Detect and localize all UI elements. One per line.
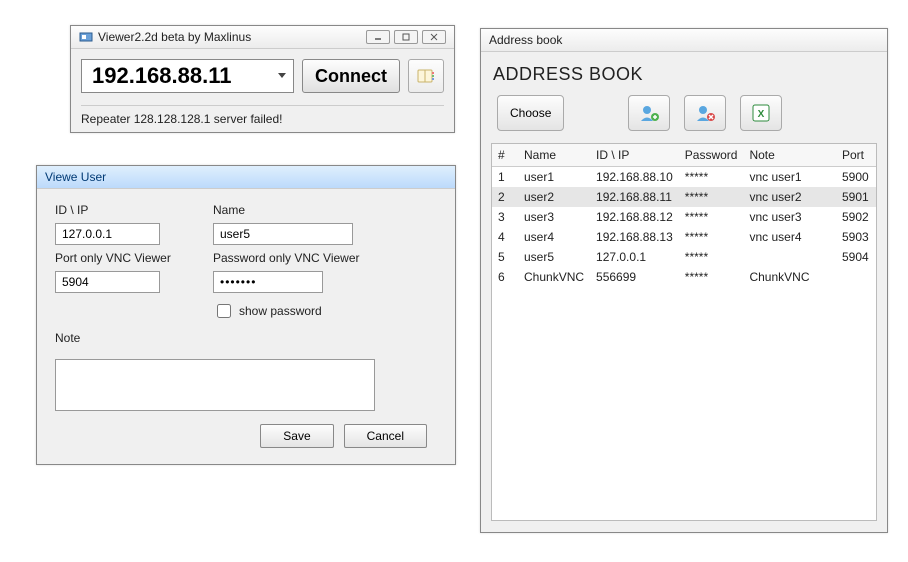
cell-num: 1 [492, 167, 518, 188]
cell-num: 3 [492, 207, 518, 227]
cell-port: 5902 [836, 207, 876, 227]
password-input[interactable] [213, 271, 323, 293]
ip-combobox[interactable] [81, 59, 294, 93]
edit-user-title: Viewe User [45, 170, 106, 184]
ip-input[interactable] [90, 62, 276, 90]
col-note[interactable]: Note [743, 144, 836, 167]
app-icon [79, 30, 93, 44]
save-button[interactable]: Save [260, 424, 333, 448]
password-label: Password only VNC Viewer [213, 251, 373, 265]
cell-name: ChunkVNC [518, 267, 590, 287]
cell-num: 2 [492, 187, 518, 207]
table-row[interactable]: 6ChunkVNC556699*****ChunkVNC [492, 267, 876, 287]
cell-password: ***** [679, 227, 744, 247]
dropdown-arrow-icon[interactable] [276, 69, 289, 83]
note-label: Note [55, 331, 437, 345]
choose-button[interactable]: Choose [497, 95, 564, 131]
cell-password: ***** [679, 167, 744, 188]
cell-note: vnc user1 [743, 167, 836, 188]
edit-user-titlebar[interactable]: Viewe User [37, 166, 455, 189]
show-password-checkbox[interactable] [217, 304, 231, 318]
connect-button[interactable]: Connect [302, 59, 400, 93]
col-password[interactable]: Password [679, 144, 744, 167]
address-table-container: # Name ID \ IP Password Note Port 1user1… [491, 143, 877, 521]
viewer-title: Viewer2.2d beta by Maxlinus [98, 30, 251, 44]
cell-id_ip: 192.168.88.10 [590, 167, 679, 188]
col-name[interactable]: Name [518, 144, 590, 167]
table-row[interactable]: 1user1192.168.88.10*****vnc user15900 [492, 167, 876, 188]
cell-password: ***** [679, 207, 744, 227]
cell-id_ip: 556699 [590, 267, 679, 287]
address-book-button[interactable] [408, 59, 444, 93]
cell-password: ***** [679, 247, 744, 267]
cell-password: ***** [679, 187, 744, 207]
minimize-button[interactable] [366, 30, 390, 44]
svg-text:X: X [758, 109, 765, 120]
cell-id_ip: 192.168.88.12 [590, 207, 679, 227]
table-row[interactable]: 5user5127.0.0.1***** 5904 [492, 247, 876, 267]
cell-id_ip: 192.168.88.11 [590, 187, 679, 207]
cell-note: ChunkVNC [743, 267, 836, 287]
cell-num: 4 [492, 227, 518, 247]
cell-port: 5900 [836, 167, 876, 188]
id-ip-label: ID \ IP [55, 203, 195, 217]
cell-port: 5903 [836, 227, 876, 247]
edit-user-window: Viewe User ID \ IP Name Port only VNC Vi… [36, 165, 456, 465]
show-password-label: show password [239, 304, 322, 318]
cell-name: user1 [518, 167, 590, 188]
cell-name: user2 [518, 187, 590, 207]
cell-id_ip: 127.0.0.1 [590, 247, 679, 267]
name-label: Name [213, 203, 373, 217]
cell-id_ip: 192.168.88.13 [590, 227, 679, 247]
cell-password: ***** [679, 267, 744, 287]
viewer-titlebar[interactable]: Viewer2.2d beta by Maxlinus [71, 26, 454, 49]
address-book-window: Address book ADDRESS BOOK Choose X # Nam… [480, 28, 888, 533]
status-text: Repeater 128.128.128.1 server failed! [81, 105, 444, 126]
cell-name: user3 [518, 207, 590, 227]
table-row[interactable]: 4user4192.168.88.13*****vnc user45903 [492, 227, 876, 247]
cell-name: user5 [518, 247, 590, 267]
col-idip[interactable]: ID \ IP [590, 144, 679, 167]
cell-num: 6 [492, 267, 518, 287]
remove-user-button[interactable] [684, 95, 726, 131]
name-input[interactable] [213, 223, 353, 245]
table-row[interactable]: 3user3192.168.88.12*****vnc user35902 [492, 207, 876, 227]
port-label: Port only VNC Viewer [55, 251, 195, 265]
address-book-heading: ADDRESS BOOK [493, 64, 877, 85]
address-book-title: Address book [489, 33, 562, 47]
export-excel-button[interactable]: X [740, 95, 782, 131]
cell-note [743, 247, 836, 267]
cell-port [836, 267, 876, 287]
cancel-button[interactable]: Cancel [344, 424, 427, 448]
cell-port: 5901 [836, 187, 876, 207]
viewer-window: Viewer2.2d beta by Maxlinus Connect Repe… [70, 25, 455, 133]
table-row[interactable]: 2user2192.168.88.11*****vnc user25901 [492, 187, 876, 207]
cell-note: vnc user3 [743, 207, 836, 227]
port-input[interactable] [55, 271, 160, 293]
cell-note: vnc user2 [743, 187, 836, 207]
col-port[interactable]: Port [836, 144, 876, 167]
cell-note: vnc user4 [743, 227, 836, 247]
add-user-button[interactable] [628, 95, 670, 131]
id-ip-input[interactable] [55, 223, 160, 245]
address-book-titlebar[interactable]: Address book [481, 29, 887, 52]
address-table: # Name ID \ IP Password Note Port 1user1… [492, 144, 876, 287]
cell-num: 5 [492, 247, 518, 267]
maximize-button[interactable] [394, 30, 418, 44]
col-num[interactable]: # [492, 144, 518, 167]
close-button[interactable] [422, 30, 446, 44]
cell-port: 5904 [836, 247, 876, 267]
note-textarea[interactable] [55, 359, 375, 411]
cell-name: user4 [518, 227, 590, 247]
